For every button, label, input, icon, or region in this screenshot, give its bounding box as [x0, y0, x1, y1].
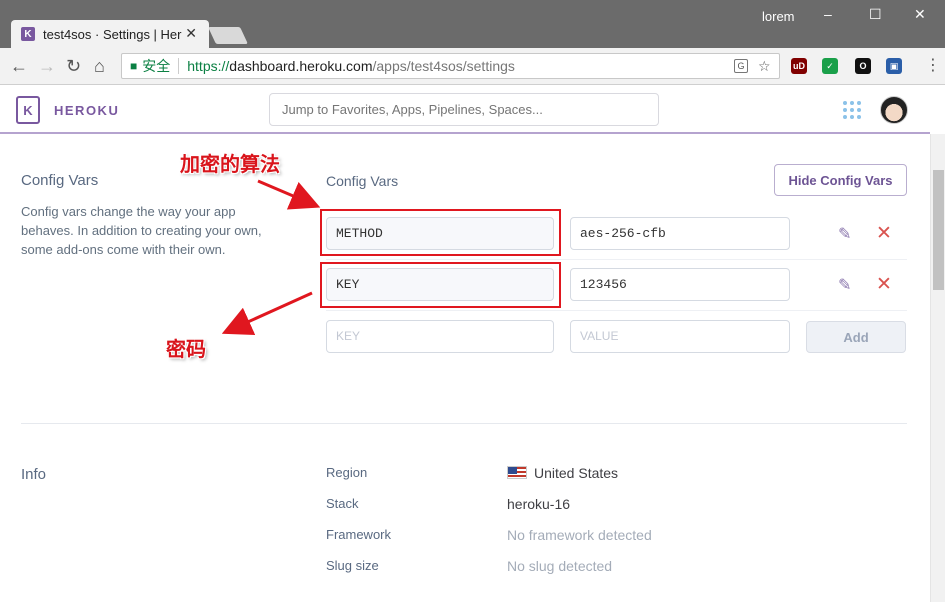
info-label-framework: Framework: [326, 527, 392, 542]
new-key-input[interactable]: [326, 320, 554, 353]
method-annotation: 加密的算法: [180, 152, 280, 176]
tab-title: test4sos · Settings | Her: [43, 26, 182, 42]
page-scrollbar[interactable]: [930, 134, 945, 602]
menu-icon[interactable]: ⋮: [925, 55, 941, 75]
delete-x-icon[interactable]: ✕: [876, 273, 892, 296]
bookmark-star-icon[interactable]: ☆: [758, 58, 771, 75]
info-value-slug-size: No slug detected: [507, 558, 613, 574]
info-label-stack: Stack: [326, 496, 359, 511]
config-value-field[interactable]: [570, 217, 790, 250]
back-icon[interactable]: ←: [10, 56, 28, 77]
key-highlight-box: [320, 262, 561, 308]
minimize-icon[interactable]: –: [824, 6, 832, 22]
arrow-to-method: [257, 179, 321, 210]
browser-toolbar: ← → ↻ ⌂ ■ 安全 https:// dashboard.heroku.c…: [0, 48, 945, 85]
key-annotation: 密码: [166, 337, 206, 361]
reload-icon[interactable]: ↻: [66, 56, 81, 77]
url-path: /apps/test4sos/settings: [372, 58, 515, 74]
info-heading: Info: [21, 466, 47, 483]
info-label-region: Region: [326, 465, 368, 480]
heroku-favicon-icon: K: [21, 27, 35, 41]
config-value-field[interactable]: [570, 268, 790, 301]
shield-icon[interactable]: ✓: [822, 58, 838, 74]
new-tab-button[interactable]: [208, 27, 248, 44]
delete-x-icon[interactable]: ✕: [876, 222, 892, 245]
translate-icon[interactable]: G: [734, 59, 748, 73]
search-input[interactable]: [269, 93, 659, 126]
scrollbar-thumb[interactable]: [933, 170, 944, 290]
edit-pencil-icon[interactable]: ✎: [838, 224, 851, 244]
add-config-var-button[interactable]: Add: [806, 321, 906, 353]
info-value-stack: heroku-16: [507, 496, 571, 512]
hide-config-vars-button[interactable]: Hide Config Vars: [774, 164, 907, 196]
app-header: K HEROKU: [0, 86, 930, 134]
section-divider: [21, 423, 907, 424]
url-host: dashboard.heroku.com: [229, 58, 373, 74]
ublock-icon[interactable]: uD: [791, 58, 807, 74]
heroku-logo-icon[interactable]: K: [16, 96, 40, 124]
lock-icon: ■: [130, 59, 138, 73]
browser-tab[interactable]: K test4sos · Settings | Her ✕: [11, 20, 209, 48]
edit-pencil-icon[interactable]: ✎: [838, 275, 851, 295]
url-scheme: https://: [187, 58, 230, 74]
browser-titlebar: K test4sos · Settings | Her ✕ lorem – ☐ …: [0, 0, 945, 48]
apps-grid-icon[interactable]: [843, 101, 861, 119]
home-icon[interactable]: ⌂: [94, 56, 105, 77]
heroku-logo-text[interactable]: HEROKU: [54, 103, 119, 118]
config-vars-heading: Config Vars: [21, 172, 99, 189]
tab-close-icon[interactable]: ✕: [185, 25, 197, 42]
avatar[interactable]: [880, 96, 908, 124]
config-vars-description: Config vars change the way your app beha…: [21, 204, 262, 257]
maximize-icon[interactable]: ☐: [869, 6, 882, 23]
info-value-region: United States: [534, 465, 619, 481]
us-flag-icon: [507, 466, 527, 479]
address-bar[interactable]: ■ 安全 https:// dashboard.heroku.com /apps…: [121, 53, 780, 79]
forward-icon[interactable]: →: [38, 56, 56, 77]
save-icon[interactable]: ▣: [886, 58, 902, 74]
method-highlight-box: [320, 209, 561, 256]
config-vars-column-title: Config Vars: [326, 173, 399, 189]
info-value-framework: No framework detected: [507, 527, 652, 543]
info-label-slug-size: Slug size: [326, 558, 379, 573]
new-value-input[interactable]: [570, 320, 790, 353]
ring-icon[interactable]: O: [855, 58, 871, 74]
profile-name[interactable]: lorem: [762, 9, 795, 24]
window-close-icon[interactable]: ✕: [914, 6, 926, 23]
secure-label: 安全: [142, 58, 171, 74]
arrow-to-key: [221, 291, 313, 336]
